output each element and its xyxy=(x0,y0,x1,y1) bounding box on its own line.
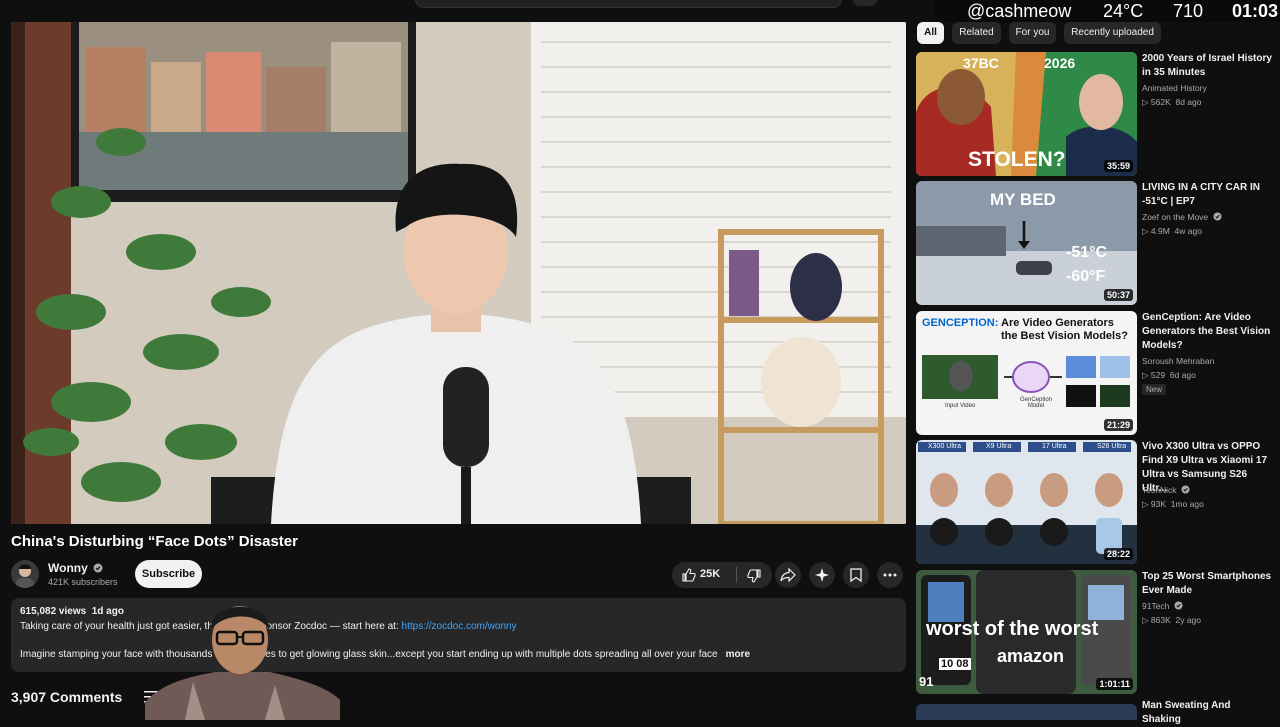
related-meta: ▷ 93K 1mo ago xyxy=(1142,499,1204,509)
related-video-thumbnail[interactable]: MY BED -51°C -60°F 50:37 xyxy=(916,181,1137,305)
duration-badge: 50:37 xyxy=(1103,289,1133,301)
related-meta: ▷ 863K 2y ago xyxy=(1142,615,1202,625)
more-actions-button[interactable] xyxy=(877,562,903,588)
channel-name[interactable]: Wonny xyxy=(48,561,103,575)
thumbnail-text: 10 08 xyxy=(939,658,971,670)
share-icon xyxy=(780,568,796,582)
thumbs-up-icon xyxy=(682,568,696,582)
related-channel[interactable]: Animated History xyxy=(1142,83,1207,93)
thumbnail-text: GenCeption Model xyxy=(1019,397,1053,409)
duration-badge: 35:59 xyxy=(1103,160,1133,172)
thumbnail-text: X9 Ultra xyxy=(986,443,1012,450)
overlay-handle: @cashmeow xyxy=(967,1,1072,21)
thumbnail-art xyxy=(922,355,1130,407)
chip-recently-uploaded[interactable]: Recently uploaded xyxy=(1064,22,1161,44)
chip-related[interactable]: Related xyxy=(952,22,1001,44)
verified-icon xyxy=(93,563,103,573)
upload-age: 1d ago xyxy=(91,606,124,617)
divider xyxy=(736,567,737,583)
voice-search-button[interactable] xyxy=(852,0,878,6)
new-badge: New xyxy=(1142,384,1167,395)
thumbnail-text: X300 Ultra xyxy=(928,443,962,450)
share-button[interactable] xyxy=(775,562,801,588)
related-video-thumbnail[interactable]: X300 Ultra X9 Ultra 17 Ultra S26 Ultra 2… xyxy=(916,440,1137,564)
save-button[interactable] xyxy=(843,562,869,588)
show-more-button[interactable]: more xyxy=(726,649,750,660)
related-meta: ▷ 529 6d ago xyxy=(1142,370,1196,380)
video-title: China's Disturbing “Face Dots” Disaster xyxy=(11,533,298,550)
related-video-title[interactable]: Man Sweating And Shaking xyxy=(1142,699,1272,727)
related-video-title[interactable]: GenCeption: Are Video Generators the Bes… xyxy=(1142,311,1272,353)
thumbnail-text: amazon xyxy=(997,646,1065,666)
thumbnail-text: STOLEN? xyxy=(968,148,1066,171)
like-dislike-group: 25K xyxy=(672,562,772,588)
video-frame xyxy=(11,22,906,524)
thumbnail-text: MY BED xyxy=(990,190,1056,209)
description-line-2: Imagine stamping your face with thousand… xyxy=(20,649,751,660)
sparkle-icon xyxy=(815,568,829,582)
thumbs-down-icon xyxy=(747,569,761,583)
video-player[interactable] xyxy=(11,22,906,524)
related-meta: ▷ 562K 8d ago xyxy=(1142,97,1202,107)
view-count: 615,082 views xyxy=(20,606,87,617)
thumbnail-text: worst of the worst xyxy=(926,618,1099,640)
duration-badge: 21:29 xyxy=(1103,419,1133,431)
thumbnail-text: Input Video xyxy=(945,403,976,409)
related-video-thumbnail[interactable]: worst of the worst amazon 91 10 08 1:01:… xyxy=(916,570,1137,694)
overlay-counter: 710 xyxy=(1173,1,1204,21)
thumbnail-text: -60°F xyxy=(1066,268,1106,285)
ask-ai-button[interactable] xyxy=(809,562,835,588)
related-video-title[interactable]: Top 25 Worst Smartphones Ever Made xyxy=(1142,570,1272,598)
thumbnail-text: S26 Ultra xyxy=(1097,443,1127,450)
related-video-title[interactable]: 2000 Years of Israel History in 35 Minut… xyxy=(1142,52,1272,80)
related-channel[interactable]: 91Tech xyxy=(1142,601,1183,611)
verified-icon xyxy=(1212,212,1222,221)
related-video-thumbnail[interactable]: 37BC 2026 STOLEN? 35:59 xyxy=(916,52,1137,176)
overlay-clock: 01:03 xyxy=(1232,1,1279,21)
verified-icon xyxy=(1174,601,1183,610)
thumbnail-text: 37BC xyxy=(963,55,999,71)
duration-badge: 1:01:11 xyxy=(1096,678,1133,690)
overlay-temperature: 24°C xyxy=(1103,1,1144,21)
comments-count: 3,907 Comments xyxy=(11,689,123,705)
dislike-button[interactable] xyxy=(738,562,772,588)
thumbnail-text: 91 xyxy=(919,674,934,689)
chip-all[interactable]: All xyxy=(917,22,944,44)
related-video-title[interactable]: LIVING IN A CITY CAR IN -51°C | EP7 xyxy=(1142,181,1272,209)
webcam-overlay xyxy=(145,590,340,720)
related-channel[interactable]: Zoef on the Move xyxy=(1142,212,1222,222)
like-button[interactable]: 25K xyxy=(672,562,734,588)
chip-for-you[interactable]: For you xyxy=(1009,22,1056,44)
related-video-thumbnail[interactable] xyxy=(916,704,1137,720)
bookmark-icon xyxy=(850,568,862,582)
thumbnail-text: 2026 xyxy=(1044,55,1076,71)
related-channel[interactable]: TechNick xyxy=(1142,485,1190,495)
channel-avatar[interactable] xyxy=(11,560,39,588)
thumbnail-text: -51°C xyxy=(1066,244,1108,261)
related-channel[interactable]: Soroush Mehraban xyxy=(1142,356,1214,366)
thumbnail-text: 17 Ultra xyxy=(1042,443,1067,450)
stream-overlay: @cashmeow 24°C 710 01:03 xyxy=(935,0,1280,22)
sponsor-link[interactable]: https://zocdoc.com/wonny xyxy=(402,621,517,632)
view-info: 615,082 views 1d ago xyxy=(20,606,124,617)
subscriber-count: 421K subscribers xyxy=(48,577,118,587)
more-horizontal-icon xyxy=(883,573,897,577)
related-meta: ▷ 4.9M 4w ago xyxy=(1142,226,1202,236)
duration-badge: 28:22 xyxy=(1103,548,1133,560)
related-video-thumbnail[interactable]: GENCEPTION: Are Video Generators the Bes… xyxy=(916,311,1137,435)
verified-icon xyxy=(1181,485,1190,494)
thumbnail-art xyxy=(916,440,1137,564)
subscribe-button[interactable]: Subscribe xyxy=(135,560,202,588)
like-count: 25K xyxy=(700,568,721,580)
search-box[interactable] xyxy=(415,0,842,8)
